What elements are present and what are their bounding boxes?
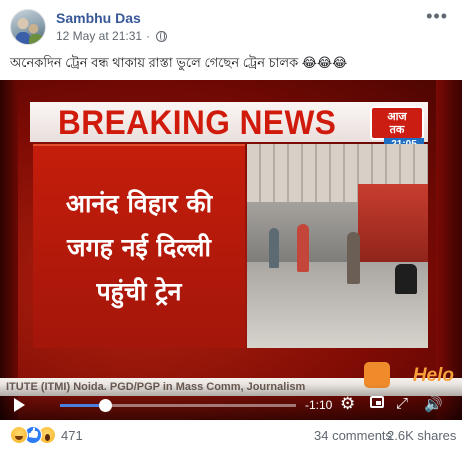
- breaking-news-bar: BREAKING NEWS: [30, 102, 428, 142]
- picture-in-picture-icon[interactable]: [370, 396, 384, 408]
- comments-count[interactable]: 34 comments: [314, 428, 392, 443]
- time-remaining: -1:10: [305, 398, 333, 412]
- play-icon[interactable]: [14, 398, 25, 412]
- person-figure: [297, 224, 309, 272]
- channel-logo: आज तक: [370, 106, 424, 140]
- post-timestamp[interactable]: 12 May at 21:31: [56, 29, 142, 43]
- post-caption: অনেকদিন ট্রেন বন্ধ থাকায় রাস্তা ভুলে গে…: [10, 55, 348, 70]
- headline-line: आनंद विहार की: [65, 189, 213, 218]
- post-meta: 12 May at 21:31 ·: [56, 29, 168, 43]
- haha-reaction-icon: [10, 426, 28, 444]
- person-figure: [347, 232, 360, 284]
- progress-bar[interactable]: [60, 399, 296, 412]
- facebook-post: Sambhu Das 12 May at 21:31 · ••• অনেকদিন…: [0, 0, 462, 451]
- progress-knob[interactable]: [98, 399, 112, 412]
- shares-count[interactable]: 2.6K shares: [387, 428, 456, 443]
- logo-text: तक: [389, 124, 405, 136]
- video-player[interactable]: BREAKING NEWS आज तक 21:05 आनंद विहार की …: [0, 80, 462, 420]
- person-figure: [269, 228, 279, 268]
- station-footage: [247, 144, 428, 348]
- train-image: [358, 184, 428, 264]
- author-name[interactable]: Sambhu Das: [56, 10, 141, 26]
- reactions-summary[interactable]: 471: [10, 426, 83, 444]
- avatar-figure: [29, 34, 43, 44]
- avatar-figure: [16, 32, 30, 44]
- reaction-count: 471: [61, 427, 83, 443]
- breaking-news-text: BREAKING NEWS: [58, 104, 337, 142]
- luggage-figure: [395, 264, 417, 294]
- globe-icon: [156, 30, 168, 42]
- video-frame-edge: [0, 80, 18, 420]
- fullscreen-icon[interactable]: ⤢: [396, 395, 408, 412]
- dot-separator: ·: [146, 29, 151, 43]
- headline-line: पहुंची ट्रेन: [96, 277, 182, 306]
- headline-box: आनंद विहार की जगह नई दिल्ली पहुंची ट्रेन: [33, 144, 245, 348]
- more-options-icon[interactable]: •••: [426, 6, 448, 27]
- volume-icon[interactable]: 🔊: [424, 395, 443, 413]
- author-avatar[interactable]: [10, 9, 46, 45]
- headline-line: जगह नई दिल्ली: [67, 233, 211, 262]
- gear-icon[interactable]: ⚙: [340, 394, 355, 414]
- logo-text: आज: [387, 111, 407, 123]
- video-controls: -1:10 ⚙ ⤢ 🔊: [0, 384, 462, 420]
